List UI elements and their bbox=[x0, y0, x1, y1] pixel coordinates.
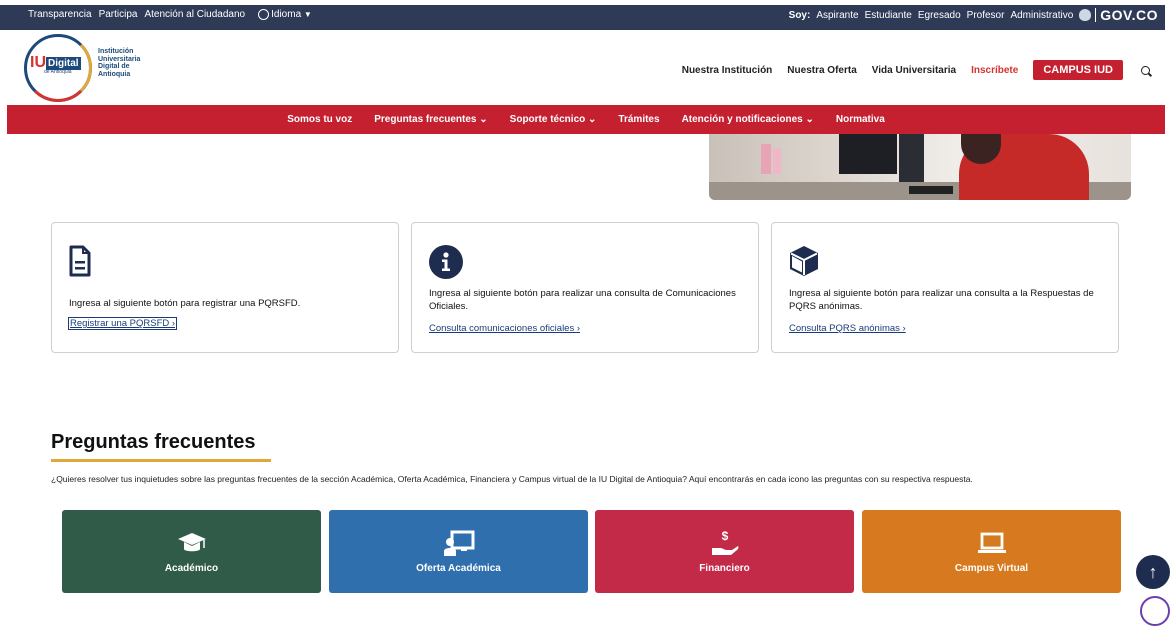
faq-heading: Preguntas frecuentes bbox=[51, 431, 256, 453]
chevron-down-icon: ⌄ bbox=[805, 114, 814, 125]
logo-divider bbox=[1095, 8, 1097, 22]
photo-monitor bbox=[839, 134, 897, 174]
faq-intro-text: ¿Quieres resolver tus inquietudes sobre … bbox=[51, 474, 973, 484]
link-atencion-ciudadano[interactable]: Atención al Ciudadano bbox=[144, 9, 245, 20]
institution-name-line: Digital de bbox=[98, 63, 130, 70]
institution-name-line: Institución bbox=[98, 48, 134, 55]
faq-tile-campus-virtual[interactable]: Campus Virtual bbox=[862, 510, 1121, 593]
logo-sub-text: de Antioquia bbox=[44, 69, 72, 75]
photo-monitor bbox=[899, 134, 924, 184]
comunicaciones-card: Ingresa al siguiente botón para realizar… bbox=[411, 222, 759, 353]
nav-vida-universitaria[interactable]: Vida Universitaria bbox=[872, 65, 956, 76]
photo-bottle bbox=[773, 148, 781, 174]
tile-label: Campus Virtual bbox=[954, 562, 1029, 574]
search-icon[interactable] bbox=[1141, 65, 1150, 75]
link-transparencia[interactable]: Transparencia bbox=[28, 9, 92, 20]
role-estudiante[interactable]: Estudiante bbox=[865, 10, 912, 21]
consulta-comunicaciones-link[interactable]: Consulta comunicaciones oficiales › bbox=[429, 323, 580, 334]
svg-text:$: $ bbox=[721, 529, 728, 543]
colombia-shield-icon bbox=[1079, 9, 1092, 21]
nav-inscribete[interactable]: Inscríbete bbox=[971, 65, 1018, 76]
gov-left-links: Transparencia Participa Atención al Ciud… bbox=[0, 9, 312, 21]
institution-name: Institución Universitaria Digital de Ant… bbox=[98, 48, 140, 78]
gov-right-roles: Soy: Aspirante Estudiante Egresado Profe… bbox=[789, 7, 1172, 23]
subnav-label: Preguntas frecuentes bbox=[374, 114, 477, 125]
pqrsfd-card: Ingresa al siguiente botón para registra… bbox=[51, 222, 399, 353]
faq-tile-financiero[interactable]: $ Financiero bbox=[595, 510, 854, 593]
card-description: Ingresa al siguiente botón para registra… bbox=[69, 298, 301, 309]
chevron-down-icon: ⌄ bbox=[588, 114, 597, 125]
subnav-somos-tu-voz[interactable]: Somos tu voz bbox=[287, 114, 352, 125]
hero-photo bbox=[709, 134, 1131, 200]
chat-widget-icon[interactable] bbox=[1140, 596, 1170, 626]
registrar-pqrsfd-link[interactable]: Registrar una PQRSFD › bbox=[67, 317, 178, 330]
subnav-normativa[interactable]: Normativa bbox=[836, 114, 885, 125]
money-hand-icon: $ bbox=[710, 529, 740, 556]
institution-name-line: Antioquia bbox=[98, 70, 131, 78]
card-description: Ingresa al siguiente botón para realizar… bbox=[429, 288, 736, 312]
nav-nuestra-oferta[interactable]: Nuestra Oferta bbox=[787, 65, 856, 76]
graduation-cap-icon bbox=[177, 530, 207, 556]
role-administrativo[interactable]: Administrativo bbox=[1010, 10, 1073, 21]
institution-name-line: Universitaria bbox=[98, 55, 141, 63]
subnav-label: Atención y notificaciones bbox=[681, 114, 803, 125]
language-label: Idioma bbox=[271, 9, 302, 21]
gov-co-text: GOV.CO bbox=[1100, 7, 1158, 23]
laptop-icon bbox=[976, 530, 1008, 556]
consulta-pqrs-anonimas-link[interactable]: Consulta PQRS anónimas › bbox=[789, 323, 906, 334]
tile-label: Financiero bbox=[699, 562, 750, 574]
faq-tile-oferta-academica[interactable]: Oferta Académica bbox=[329, 510, 588, 593]
gov-co-logo[interactable]: GOV.CO bbox=[1079, 7, 1158, 23]
photo-bottle bbox=[761, 144, 771, 174]
subnav-atencion-notificaciones[interactable]: Atención y notificaciones ⌄ bbox=[682, 114, 814, 125]
arrow-up-icon: ↑ bbox=[1148, 561, 1158, 582]
logo-digital-text: Digital bbox=[46, 56, 81, 70]
heading-underline bbox=[51, 459, 271, 462]
chevron-down-icon: ▼ bbox=[303, 10, 312, 20]
info-icon bbox=[429, 245, 463, 284]
globe-icon bbox=[258, 9, 270, 21]
role-egresado[interactable]: Egresado bbox=[918, 10, 961, 21]
language-selector[interactable]: Idioma ▼ bbox=[258, 9, 312, 21]
subnav-label: Soporte técnico bbox=[509, 114, 586, 125]
campus-iud-button[interactable]: CAMPUS IUD bbox=[1033, 60, 1123, 80]
teacher-board-icon bbox=[443, 530, 475, 556]
role-profesor[interactable]: Profesor bbox=[967, 10, 1005, 21]
secondary-nav: Somos tu voz Preguntas frecuentes ⌄ Sopo… bbox=[7, 105, 1165, 134]
faq-tile-academico[interactable]: Académico bbox=[62, 510, 321, 593]
soy-label: Soy: bbox=[788, 9, 811, 21]
tile-label: Oferta Académica bbox=[416, 562, 501, 574]
scroll-to-top-button[interactable]: ↑ bbox=[1136, 555, 1170, 589]
tile-label: Académico bbox=[164, 562, 219, 574]
subnav-soporte-tecnico[interactable]: Soporte técnico ⌄ bbox=[510, 114, 597, 125]
subnav-preguntas-frecuentes[interactable]: Preguntas frecuentes ⌄ bbox=[374, 114, 487, 125]
subnav-tramites[interactable]: Trámites bbox=[618, 114, 659, 125]
document-icon bbox=[69, 245, 91, 282]
cube-icon bbox=[789, 245, 819, 282]
main-nav: Nuestra Institución Nuestra Oferta Vida … bbox=[682, 60, 1150, 80]
photo-keyboard bbox=[909, 186, 953, 194]
link-participa[interactable]: Participa bbox=[99, 9, 138, 20]
chevron-down-icon: ⌄ bbox=[479, 114, 488, 125]
pqrs-anonimas-card: Ingresa al siguiente botón para realizar… bbox=[771, 222, 1119, 353]
nav-nuestra-institucion[interactable]: Nuestra Institución bbox=[682, 65, 773, 76]
gov-top-bar: Transparencia Participa Atención al Ciud… bbox=[0, 0, 1172, 30]
role-aspirante[interactable]: Aspirante bbox=[816, 10, 858, 21]
card-description: Ingresa al siguiente botón para realizar… bbox=[789, 288, 1094, 312]
